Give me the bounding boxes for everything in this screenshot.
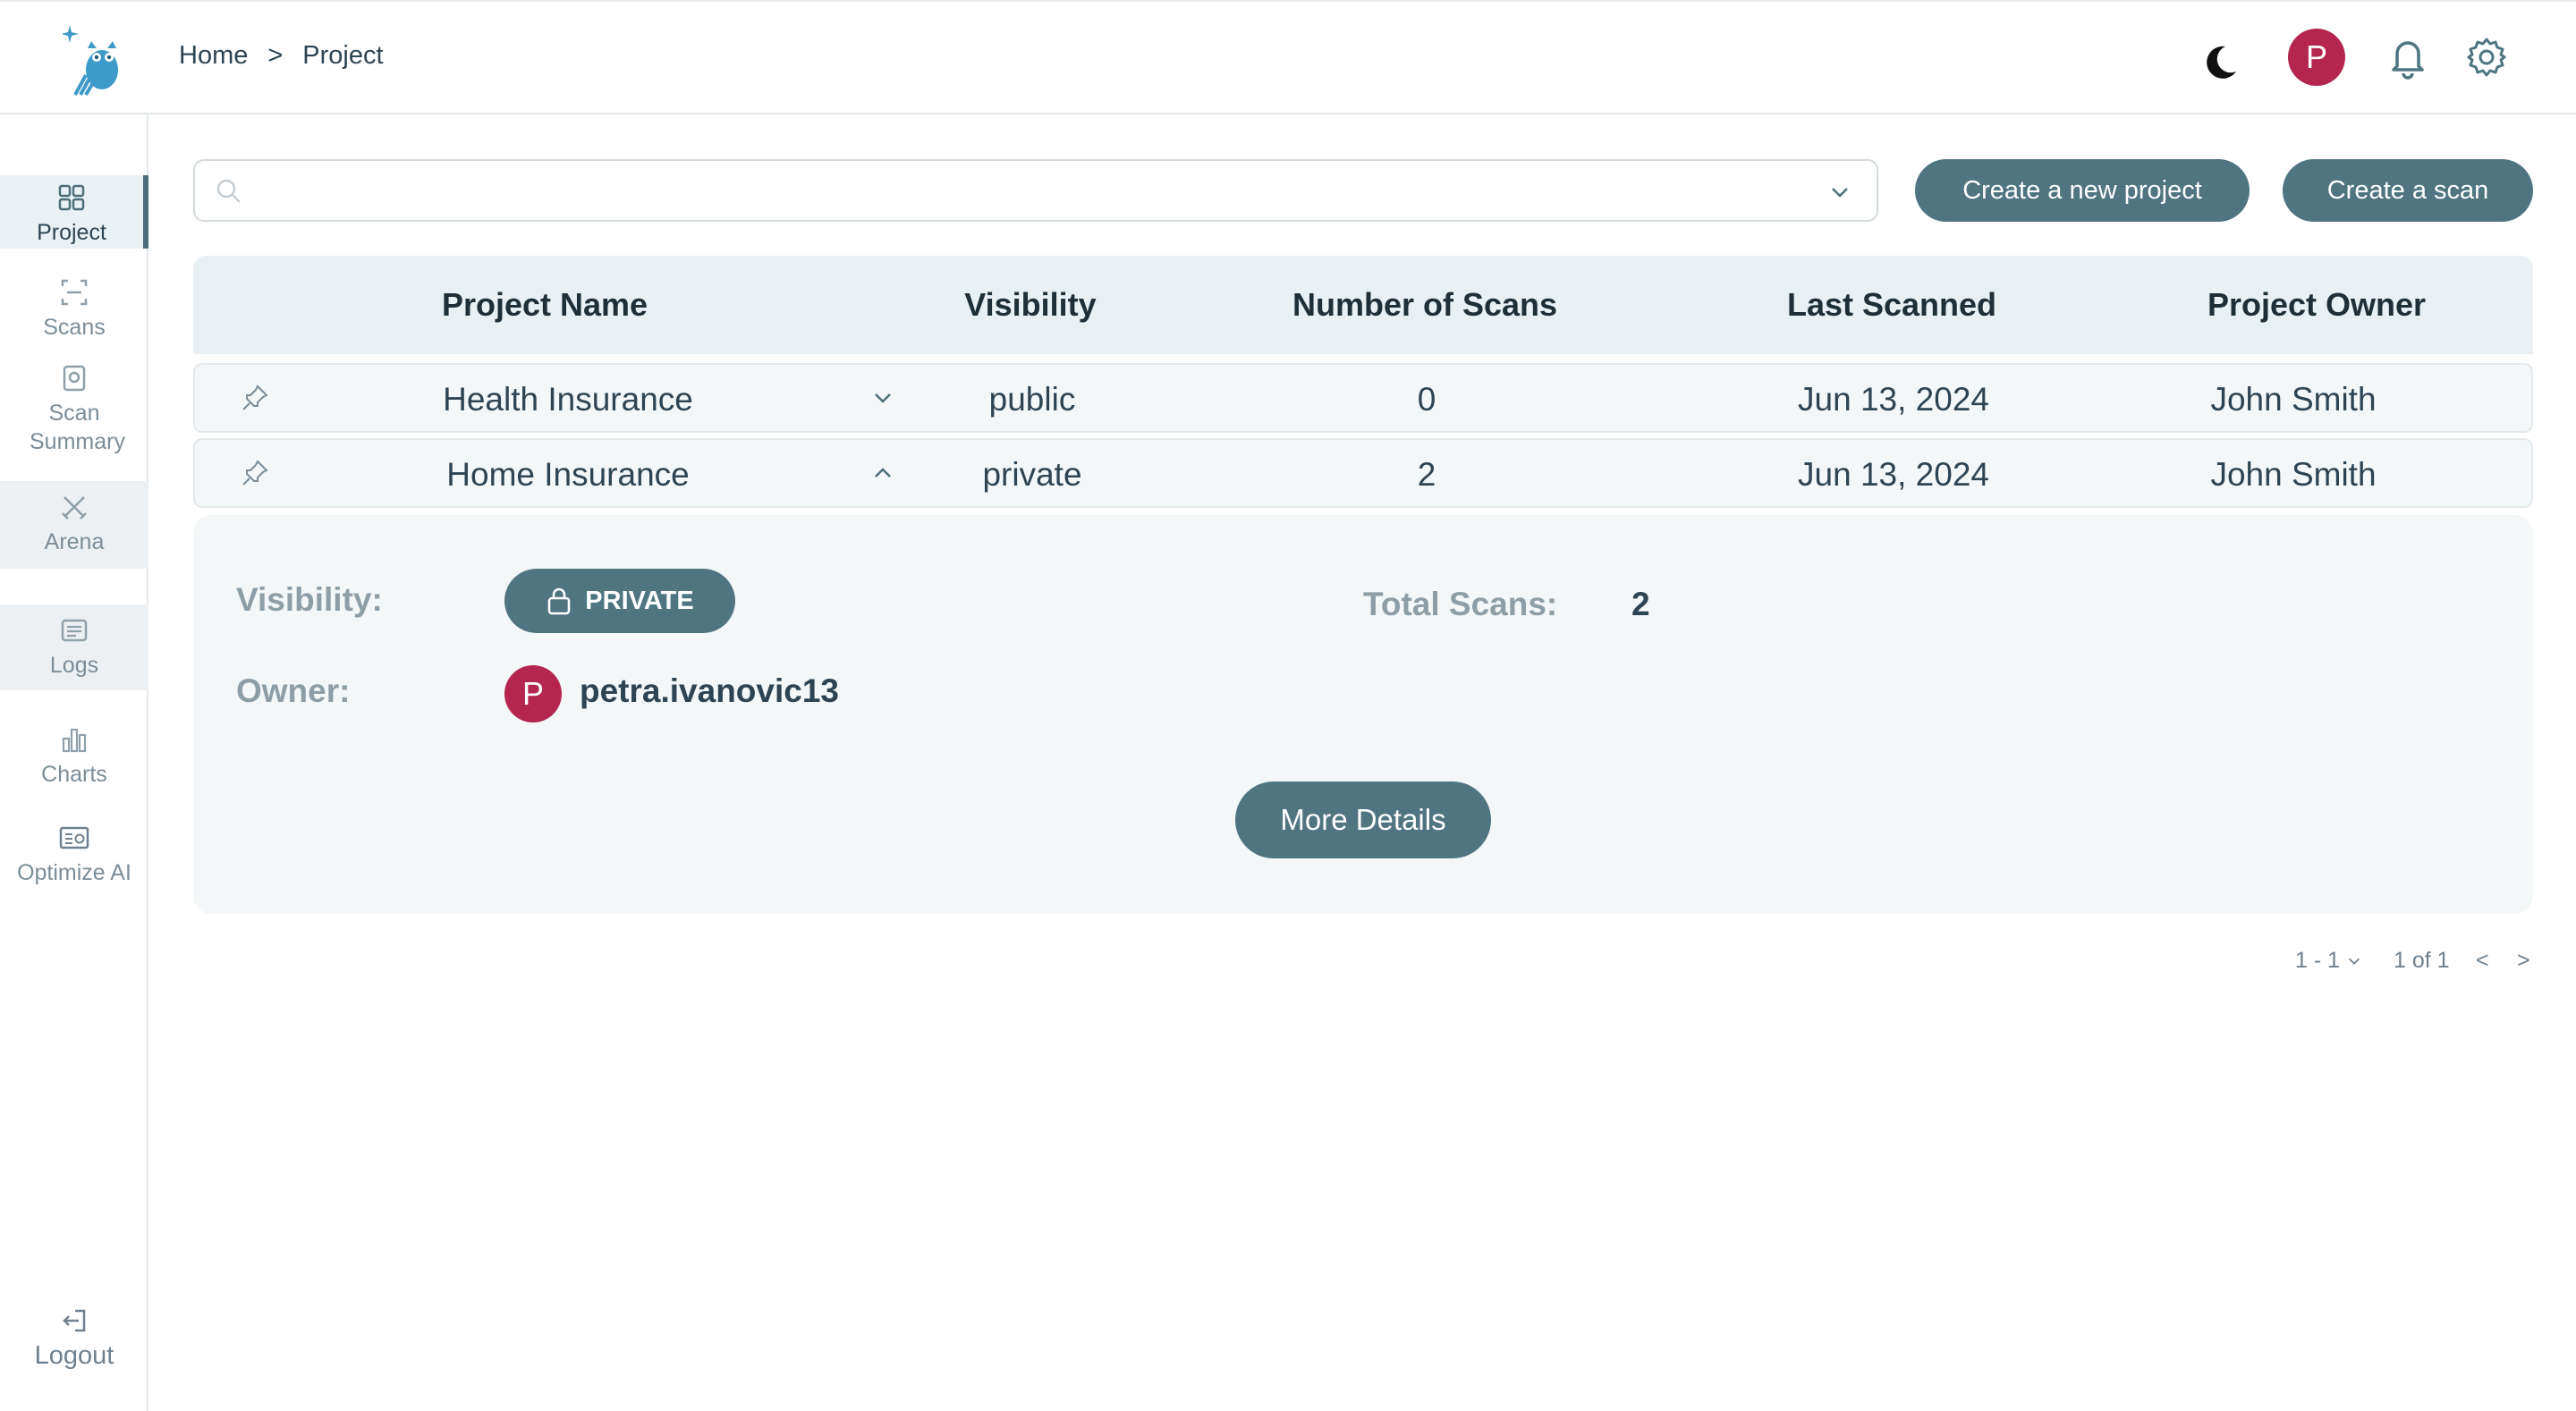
project-owner: John Smith: [2210, 456, 2377, 493]
sidebar-item-arena[interactable]: Arena: [0, 481, 148, 569]
sidebar-item-label: Arena: [44, 529, 105, 554]
breadcrumb-separator: >: [267, 41, 284, 70]
logs-icon: [61, 619, 88, 642]
total-scans-label: Total Scans:: [1363, 586, 1558, 622]
scan-summary-icon: [63, 365, 86, 392]
scan-icon: [61, 279, 88, 306]
column-header-visibility[interactable]: Visibility: [964, 286, 1096, 324]
chevron-down-icon[interactable]: [871, 386, 894, 410]
last-scanned: Jun 13, 2024: [1798, 381, 1989, 418]
page-info: 1 of 1: [2394, 948, 2450, 973]
optimize-icon: [59, 826, 89, 849]
visibility: private: [982, 456, 1082, 493]
project-name[interactable]: Home Insurance: [446, 456, 689, 494]
sidebar-item-scan-summary[interactable]: Scan Summary: [0, 361, 148, 456]
sidebar-item-label: Optimize AI: [17, 860, 131, 885]
search-icon: [216, 179, 241, 203]
sidebar: Project Scans Scan Summary Arena Logs Ch…: [0, 114, 148, 1411]
logout-button[interactable]: Logout: [0, 1304, 148, 1370]
logout-label: Logout: [34, 1341, 114, 1370]
sidebar-item-scans[interactable]: Scans: [0, 275, 148, 342]
visibility-label: Visibility:: [236, 581, 383, 618]
gear-icon[interactable]: [2465, 36, 2508, 79]
visibility: public: [988, 381, 1076, 418]
chevron-down-icon[interactable]: [1828, 181, 1852, 204]
swords-icon: [62, 496, 87, 520]
column-header-last-scanned[interactable]: Last Scanned: [1787, 286, 1996, 324]
project-owner: John Smith: [2210, 381, 2377, 418]
owner-name: petra.ivanovic13: [580, 672, 839, 709]
owner-label: Owner:: [236, 672, 351, 709]
pin-icon[interactable]: [240, 383, 270, 413]
breadcrumb-current: Project: [302, 41, 384, 70]
owl-logo-icon[interactable]: [63, 21, 125, 97]
grid-icon: [58, 184, 85, 211]
chevron-down-icon: [2348, 958, 2360, 965]
lock-icon: [547, 587, 571, 615]
create-project-button[interactable]: Create a new project: [1915, 159, 2250, 222]
sidebar-item-label: Logs: [49, 653, 99, 678]
sidebar-item-label: Charts: [41, 762, 107, 787]
sidebar-item-charts[interactable]: Charts: [0, 722, 148, 789]
total-scans-value: 2: [1631, 586, 1650, 622]
project-name[interactable]: Health Insurance: [443, 381, 693, 418]
prev-page-button[interactable]: <: [2476, 948, 2489, 974]
project-details-panel: Visibility: PRIVATE Total Scans: 2 Owner…: [193, 515, 2533, 914]
table-row[interactable]: Home Insurance private 2 Jun 13, 2024 Jo…: [193, 438, 2533, 508]
sidebar-item-label: Project: [37, 220, 106, 245]
column-header-project-owner[interactable]: Project Owner: [2207, 286, 2426, 324]
breadcrumb: Home > Project: [179, 41, 384, 71]
sidebar-item-logs[interactable]: Logs: [0, 604, 148, 690]
chevron-up-icon[interactable]: [871, 461, 894, 485]
next-page-button[interactable]: >: [2517, 948, 2530, 974]
bell-icon[interactable]: [2385, 34, 2431, 80]
sidebar-item-optimize-ai[interactable]: Optimize AI: [0, 821, 148, 887]
search-input[interactable]: [193, 159, 1878, 222]
page-range: 1 - 1: [2295, 948, 2341, 973]
number-of-scans: 2: [1417, 456, 1436, 493]
logout-icon: [63, 1309, 86, 1332]
top-bar: Home > Project P: [0, 0, 2576, 114]
table-header: Project Name Visibility Number of Scans …: [193, 256, 2533, 354]
moon-icon[interactable]: [2199, 41, 2241, 84]
visibility-badge: PRIVATE: [504, 569, 735, 633]
bar-chart-icon: [62, 728, 87, 753]
owner-avatar: P: [504, 665, 562, 722]
create-scan-button[interactable]: Create a scan: [2283, 159, 2533, 222]
column-header-project-name[interactable]: Project Name: [442, 286, 648, 324]
user-avatar[interactable]: P: [2288, 29, 2345, 86]
sidebar-item-label: Scans: [43, 315, 106, 340]
breadcrumb-home[interactable]: Home: [179, 41, 248, 71]
rows-per-page-select[interactable]: 1 - 1: [2295, 948, 2362, 974]
sidebar-item-project[interactable]: Project: [0, 175, 148, 249]
pin-icon[interactable]: [240, 458, 270, 488]
last-scanned: Jun 13, 2024: [1798, 456, 1989, 493]
more-details-button[interactable]: More Details: [1235, 782, 1491, 858]
visibility-badge-label: PRIVATE: [585, 586, 694, 615]
table-row[interactable]: Health Insurance public 0 Jun 13, 2024 J…: [193, 363, 2533, 433]
sidebar-item-label: Scan Summary: [30, 401, 125, 454]
column-header-number-of-scans[interactable]: Number of Scans: [1292, 286, 1557, 324]
number-of-scans: 0: [1417, 381, 1436, 418]
